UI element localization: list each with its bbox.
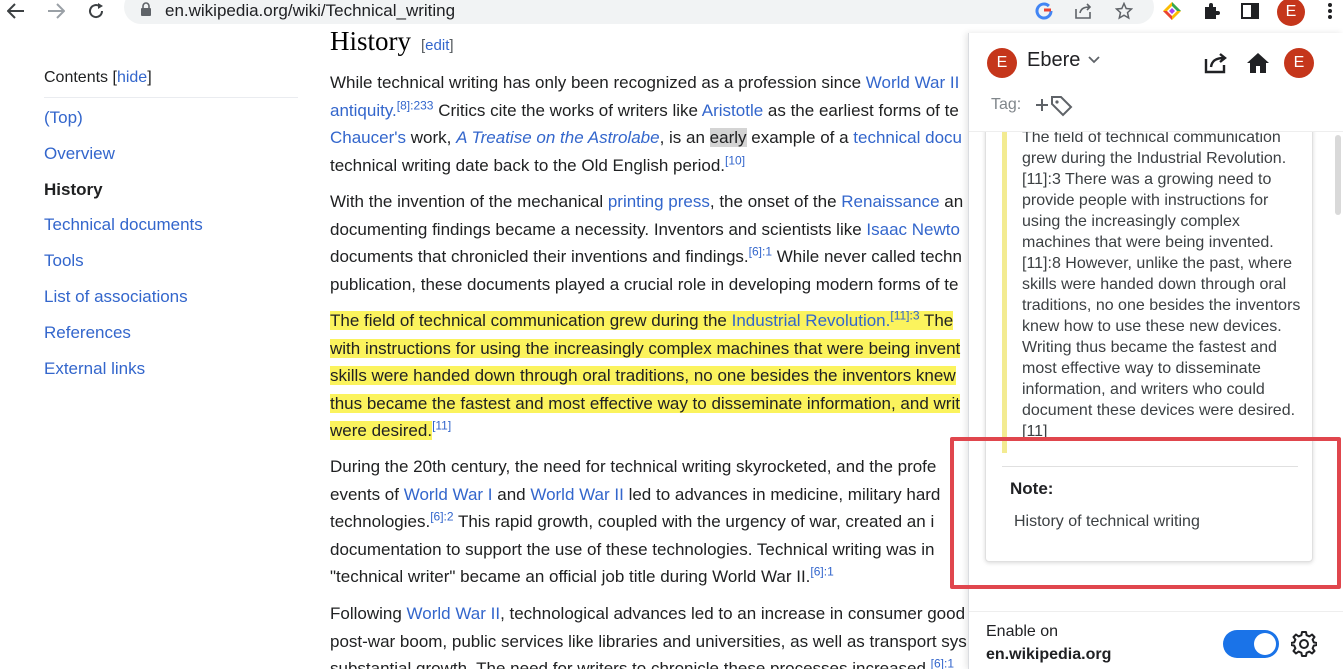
toc-item-list-of-associations[interactable]: List of associations: [44, 279, 298, 315]
section-heading: History [edit]: [330, 26, 454, 56]
gear-icon[interactable]: [1289, 629, 1319, 659]
link-treatise-astrolabe[interactable]: A Treatise on the Astrolabe: [456, 128, 659, 147]
citation[interactable]: [8]:233: [397, 98, 434, 112]
citation[interactable]: [11]: [432, 419, 451, 433]
reload-icon[interactable]: [84, 0, 108, 22]
toc-item-top[interactable]: (Top): [44, 100, 298, 136]
link-world-war-ii[interactable]: World War II: [530, 485, 624, 504]
paragraph-2: With the invention of the mechanical pri…: [330, 192, 964, 294]
forward-arrow-icon[interactable]: [44, 0, 68, 22]
paragraph-4: During the 20th century, the need for te…: [330, 457, 941, 587]
selected-word: early: [709, 128, 747, 148]
home-icon[interactable]: [1244, 49, 1272, 77]
user-avatar[interactable]: E: [987, 48, 1017, 78]
toc-header: Contents [hide]: [44, 64, 298, 98]
toc-item-external-links[interactable]: External links: [44, 351, 298, 387]
link-printing-press[interactable]: printing press: [608, 192, 710, 211]
citation[interactable]: [6]:1: [931, 657, 954, 669]
add-tag-icon[interactable]: [1035, 93, 1075, 123]
link-renaissance[interactable]: Renaissance: [841, 192, 939, 211]
bookmark-star-icon[interactable]: [1113, 0, 1135, 22]
highlight-color-bar: [1002, 132, 1007, 453]
enable-toggle[interactable]: [1223, 630, 1279, 658]
chevron-down-icon[interactable]: [1088, 51, 1100, 67]
panel-scrollbar[interactable]: [1335, 135, 1341, 215]
toc-item-technical-documents[interactable]: Technical documents: [44, 207, 298, 243]
google-lens-icon[interactable]: [1033, 0, 1055, 22]
highlight-quote: The field of technical communication gre…: [1022, 131, 1301, 440]
table-of-contents: Contents [hide] (Top) Overview History T…: [44, 64, 298, 386]
enable-site: en.wikipedia.org: [986, 646, 1112, 663]
citation[interactable]: [6]:1: [749, 245, 772, 259]
toc-item-overview[interactable]: Overview: [44, 136, 298, 172]
share-icon[interactable]: [1073, 0, 1095, 22]
citation[interactable]: [10]: [725, 153, 745, 167]
back-arrow-icon[interactable]: [4, 0, 28, 22]
user-name[interactable]: Ebere: [1027, 49, 1080, 72]
edit-section: [edit]: [421, 37, 454, 54]
citation[interactable]: [11]:3: [890, 308, 919, 322]
toggle-knob: [1254, 633, 1276, 655]
paragraph-1: While technical writing has only been re…: [330, 73, 962, 175]
citation[interactable]: [6]:2: [430, 510, 453, 524]
side-panel-icon[interactable]: [1238, 0, 1262, 22]
account-avatar[interactable]: E: [1284, 48, 1314, 78]
article-body: History [edit] While technical writing ha…: [330, 24, 970, 669]
extensions-puzzle-icon[interactable]: [1199, 0, 1223, 22]
link-world-war-i[interactable]: World War I: [404, 485, 493, 504]
panel-header: E Ebere E Tag:: [969, 33, 1343, 131]
enable-label: Enable on: [986, 623, 1059, 640]
citation[interactable]: [6]:1: [810, 565, 833, 579]
toc-item-references[interactable]: References: [44, 315, 298, 351]
paragraph-5: Following World War II, technological ad…: [330, 604, 967, 669]
paragraph-3-highlighted: The field of technical communication gre…: [330, 308, 961, 441]
toc-item-tools[interactable]: Tools: [44, 243, 298, 279]
link-technical-documentation[interactable]: technical docu: [853, 128, 962, 147]
panel-footer: Enable on en.wikipedia.org: [969, 611, 1343, 669]
link-industrial-revolution[interactable]: Industrial Revolution.: [732, 311, 891, 330]
tag-label: Tag:: [991, 96, 1022, 113]
link-chaucer[interactable]: Chaucer's: [330, 128, 406, 147]
url-text[interactable]: en.wikipedia.org/wiki/Technical_writing: [165, 0, 455, 22]
more-menu-icon[interactable]: [1318, 0, 1342, 22]
link-aristotle[interactable]: Aristotle: [702, 101, 763, 120]
export-icon[interactable]: [1202, 49, 1230, 77]
extension-diamond-icon[interactable]: [1160, 0, 1184, 22]
annotation-highlight-box: [950, 437, 1341, 589]
link-world-war-ii[interactable]: World War II: [407, 604, 501, 623]
browser-toolbar: en.wikipedia.org/wiki/Technical_writing …: [0, 0, 1343, 26]
toc-hide-link[interactable]: hide: [117, 69, 147, 86]
link-antiquity[interactable]: antiquity.: [330, 101, 397, 120]
toc-item-history[interactable]: History: [44, 172, 298, 208]
lock-icon: [141, 2, 151, 16]
link-world-war-ii[interactable]: World War II: [866, 73, 960, 92]
toc-title: Contents: [44, 69, 109, 86]
link-isaac-newton[interactable]: Isaac Newto: [866, 220, 960, 239]
profile-avatar[interactable]: E: [1277, 0, 1305, 26]
edit-link[interactable]: edit: [425, 37, 449, 54]
